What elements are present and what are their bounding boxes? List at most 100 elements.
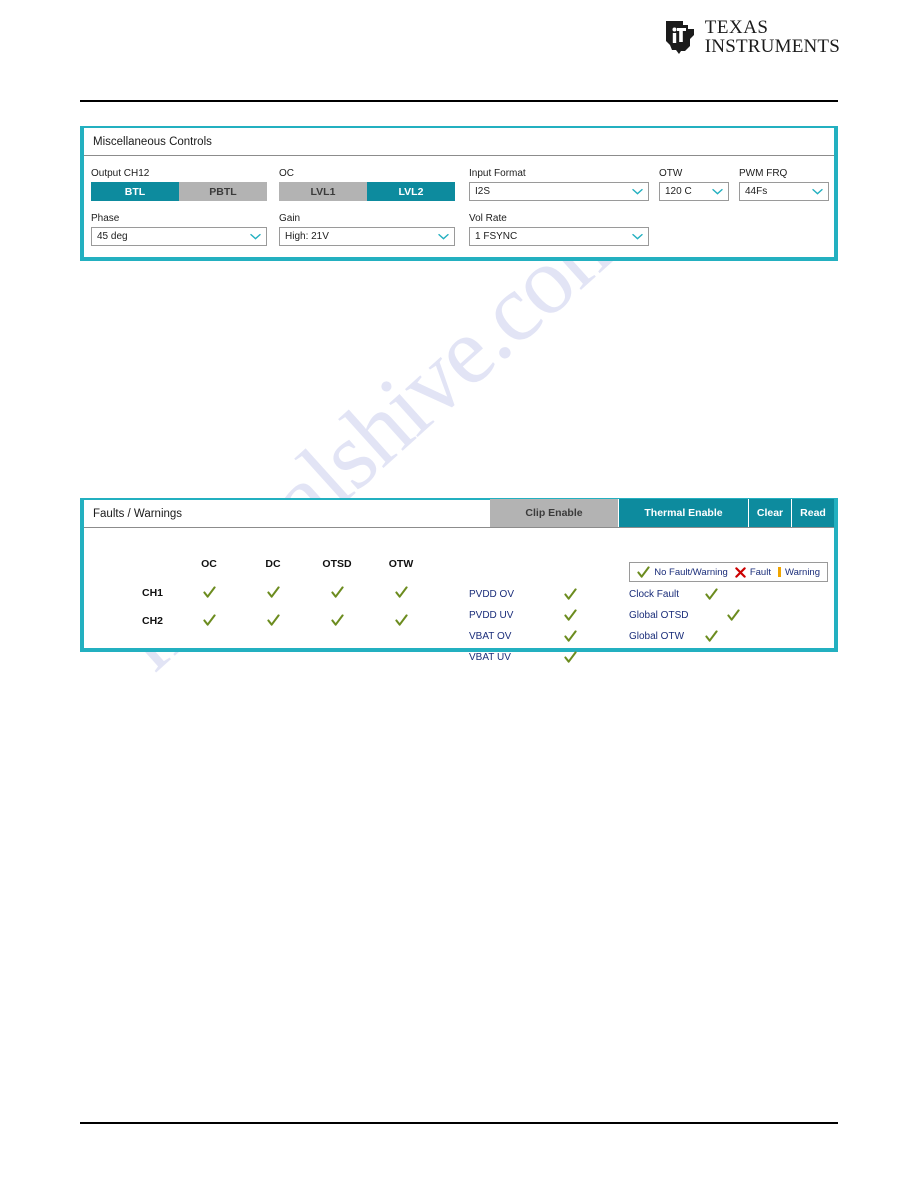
column-header-otw: OTW: [388, 558, 414, 570]
legend-label-warning: Warning: [784, 566, 820, 578]
column-header-otsd: OTSD: [322, 558, 352, 570]
gain-control: Gain High: 21V: [279, 213, 455, 246]
oc-option-lvl2[interactable]: LVL2: [367, 182, 455, 201]
gain-value: High: 21V: [285, 231, 329, 242]
legend-label-no-fault: No Fault/Warning: [654, 566, 728, 578]
supply-label-vbat-ov: VBAT OV: [469, 631, 512, 642]
status-cell-ch1-oc: [177, 579, 241, 607]
phase-label: Phase: [91, 213, 120, 224]
otw-control: OTW 120 C: [659, 168, 729, 201]
supply-label-pvdd-ov: PVDD OV: [469, 589, 515, 600]
status-cell-ch1-otsd: [305, 579, 369, 607]
global-status-global-otw: [705, 628, 745, 646]
status-cell-ch1-otw: [369, 579, 433, 607]
matrix-corner-cell: [84, 558, 177, 579]
otw-label: OTW: [659, 168, 683, 179]
check-icon: [564, 588, 577, 600]
check-icon: [202, 614, 216, 626]
list-item: PVDD OV: [469, 584, 594, 605]
otw-value: 120 C: [665, 186, 692, 197]
texas-instruments-logo: TEXAS INSTRUMENTS: [663, 18, 840, 56]
read-button[interactable]: Read: [791, 499, 834, 527]
check-icon: [330, 614, 344, 626]
legend-item-warning: Warning: [777, 566, 820, 578]
status-cell-ch2-otsd: [305, 607, 369, 635]
global-label-global-otw: Global OTW: [629, 631, 685, 642]
oc-label: OC: [279, 168, 294, 179]
check-icon: [266, 614, 280, 626]
check-icon: [705, 588, 718, 600]
faults-body: No Fault/Warning Fault Warning OC DC OTS…: [84, 528, 834, 676]
global-label-clock-fault: Clock Fault: [629, 589, 680, 600]
column-header-oc: OC: [201, 558, 217, 570]
chevron-down-icon: [250, 233, 261, 240]
output-ch12-toggle-group[interactable]: BTL PBTL: [91, 182, 267, 201]
pwm-frq-label: PWM FRQ: [739, 168, 788, 179]
input-format-label: Input Format: [469, 168, 526, 179]
oc-control: OC LVL1 LVL2: [279, 168, 455, 201]
table-row: CH2: [84, 607, 433, 635]
otw-select[interactable]: 120 C: [659, 182, 729, 201]
row-header-ch1: CH1: [141, 587, 163, 599]
vol-rate-control: Vol Rate 1 FSYNC: [469, 213, 649, 246]
status-cell-ch2-dc: [241, 607, 305, 635]
x-mark-icon: [735, 566, 746, 578]
gain-select[interactable]: High: 21V: [279, 227, 455, 246]
supply-fault-list: PVDD OV PVDD UV VBAT OV VBAT UV: [469, 584, 594, 668]
thermal-enable-button[interactable]: Thermal Enable: [618, 499, 748, 527]
list-item: Clock Fault: [629, 584, 767, 605]
phase-control: Phase 45 deg: [91, 213, 267, 246]
ti-texas-mark-icon: [665, 21, 694, 54]
phase-select[interactable]: 45 deg: [91, 227, 267, 246]
supply-status-vbat-uv: [564, 649, 594, 667]
vol-rate-select[interactable]: 1 FSYNC: [469, 227, 649, 246]
misc-panel-header: Miscellaneous Controls: [84, 128, 834, 156]
global-label-global-otsd: Global OTSD: [629, 610, 689, 621]
legend-item-fault: Fault: [735, 567, 771, 578]
output-ch12-option-pbtl[interactable]: PBTL: [179, 182, 267, 201]
faults-header-button-bar: Clip Enable Thermal Enable Clear Read: [490, 499, 834, 527]
list-item: PVDD UV: [469, 605, 594, 626]
pwm-frq-select[interactable]: 44Fs: [739, 182, 829, 201]
header-divider-rule: [80, 100, 838, 102]
check-icon: [394, 614, 408, 626]
supply-status-vbat-ov: [564, 628, 594, 646]
faults-panel-title: Faults / Warnings: [93, 507, 183, 520]
status-cell-ch2-oc: [177, 607, 241, 635]
check-icon: [564, 609, 577, 621]
clip-enable-button[interactable]: Clip Enable: [490, 499, 618, 527]
chevron-down-icon: [812, 188, 823, 195]
check-icon: [394, 586, 408, 598]
input-format-control: Input Format I2S: [469, 168, 649, 201]
oc-option-lvl1[interactable]: LVL1: [279, 182, 367, 201]
faults-warnings-panel: Faults / Warnings Clip Enable Thermal En…: [80, 498, 838, 663]
supply-label-vbat-uv: VBAT UV: [469, 652, 511, 663]
supply-status-pvdd-ov: [564, 586, 594, 604]
input-format-select[interactable]: I2S: [469, 182, 649, 201]
output-ch12-option-btl[interactable]: BTL: [91, 182, 179, 201]
check-icon: [637, 565, 650, 578]
clear-button[interactable]: Clear: [748, 499, 791, 527]
oc-toggle-group[interactable]: LVL1 LVL2: [279, 182, 455, 201]
output-ch12-control: Output CH12 BTL PBTL: [91, 168, 267, 201]
vol-rate-value: 1 FSYNC: [475, 231, 518, 242]
faults-legend: No Fault/Warning Fault Warning: [629, 562, 828, 582]
ti-wordmark-line1: TEXAS: [704, 17, 769, 38]
legend-label-fault: Fault: [749, 566, 771, 578]
list-item: Global OTW: [629, 626, 767, 647]
chevron-down-icon: [632, 233, 643, 240]
pwm-frq-value: 44Fs: [745, 186, 768, 197]
footer-divider-rule: [80, 1122, 838, 1124]
check-icon: [727, 609, 740, 621]
check-icon: [202, 586, 216, 598]
faults-panel-header: Faults / Warnings Clip Enable Thermal En…: [84, 499, 834, 528]
input-format-value: I2S: [475, 186, 491, 197]
supply-status-pvdd-uv: [564, 607, 594, 625]
chevron-down-icon: [712, 188, 723, 195]
misc-panel-title: Miscellaneous Controls: [93, 135, 212, 148]
phase-value: 45 deg: [97, 231, 128, 242]
row-header-ch2: CH2: [141, 615, 163, 627]
check-icon: [266, 586, 280, 598]
column-header-dc: DC: [265, 558, 281, 570]
output-ch12-label: Output CH12: [91, 168, 150, 179]
